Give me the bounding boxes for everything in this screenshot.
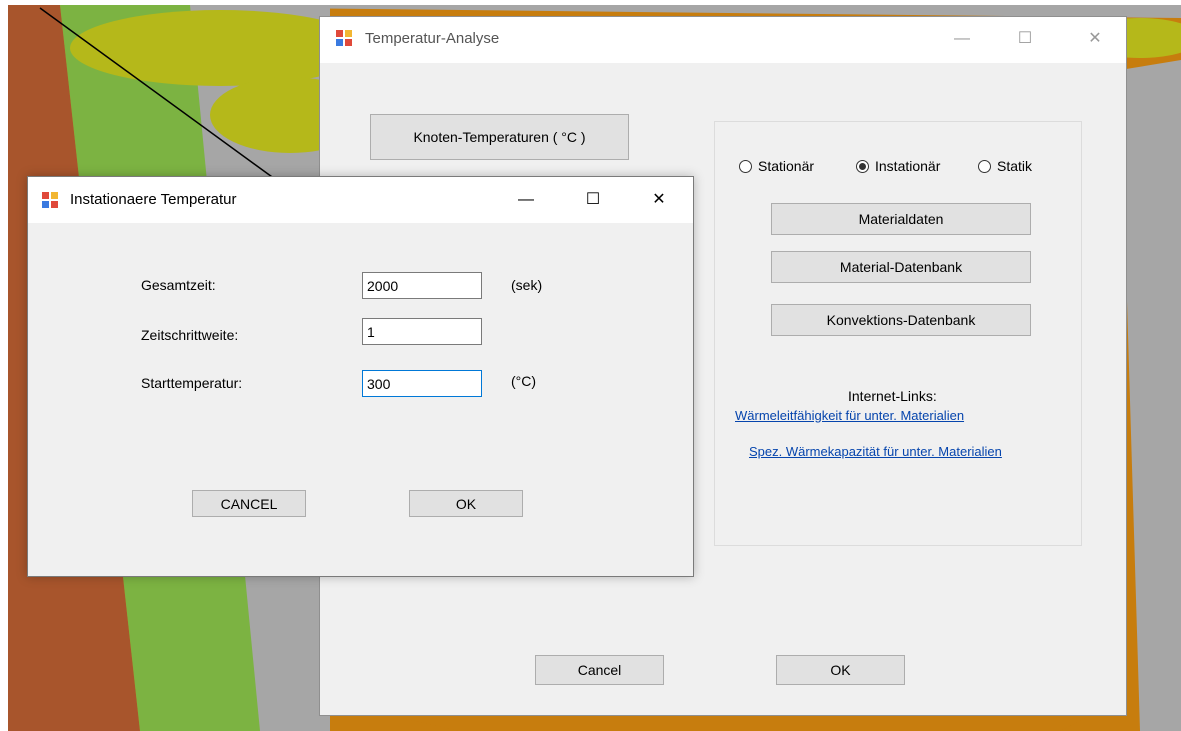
main-cancel-button[interactable]: Cancel [535,655,664,685]
link-waermekapazitaet[interactable]: Spez. Wärmekapazität für unter. Material… [749,444,1002,459]
dialog-ok-button[interactable]: OK [409,490,523,517]
main-close-button[interactable]: ✕ [1080,28,1110,50]
radio-statik-circle [978,159,991,173]
link-waermeleitfaehigkeit[interactable]: Wärmeleitfähigkeit für unter. Materialie… [735,408,964,423]
konvektions-datenbank-button[interactable]: Konvektions-Datenbank [771,304,1031,336]
app-icon [336,30,354,48]
internet-links-heading: Internet-Links: [848,388,937,404]
radio-stationaer-circle [739,159,752,173]
analysis-options-group: Stationär Instationär Statik Materialdat… [714,121,1082,546]
dialog-minimize-button[interactable]: — [511,189,541,211]
main-ok-button[interactable]: OK [776,655,905,685]
main-title-bar[interactable]: Temperatur-Analyse — ☐ ✕ [320,17,1126,63]
dialog-cancel-button[interactable]: CANCEL [192,490,306,517]
material-datenbank-button[interactable]: Material-Datenbank [771,251,1031,283]
main-minimize-button[interactable]: — [947,28,977,50]
dialog-title: Instationaere Temperatur [70,191,237,208]
knoten-temperaturen-button[interactable]: Knoten-Temperaturen ( °C ) [370,114,629,160]
zeitschrittweite-label: Zeitschrittweite: [141,327,239,343]
gesamtzeit-unit: (sek) [511,277,543,293]
radio-statik[interactable]: Statik [978,158,1032,174]
radio-selected-dot [859,162,866,170]
dialog-app-icon [42,192,60,210]
dialog-maximize-button[interactable]: ☐ [578,189,608,211]
starttemperatur-unit: (°C) [511,373,537,389]
radio-instationaer-label: Instationär [875,158,941,174]
dialog-close-button[interactable]: ✕ [644,189,674,211]
starttemperatur-input[interactable] [362,370,482,397]
instationaere-temperatur-dialog: Instationaere Temperatur — ☐ ✕ Gesamtzei… [27,176,694,577]
materialdaten-button[interactable]: Materialdaten [771,203,1031,235]
radio-stationaer-label: Stationär [758,158,815,174]
radio-instationaer-circle [856,159,869,173]
main-maximize-button[interactable]: ☐ [1010,28,1040,50]
radio-stationaer[interactable]: Stationär [739,158,814,174]
radio-instationaer[interactable]: Instationär [856,158,940,174]
gesamtzeit-input[interactable] [362,272,482,299]
starttemperatur-label: Starttemperatur: [141,375,243,391]
main-window-title: Temperatur-Analyse [365,30,500,47]
dialog-title-bar[interactable]: Instationaere Temperatur — ☐ ✕ [28,177,693,223]
zeitschrittweite-input[interactable] [362,318,482,345]
radio-statik-label: Statik [997,158,1033,174]
gesamtzeit-label: Gesamtzeit: [141,277,216,293]
